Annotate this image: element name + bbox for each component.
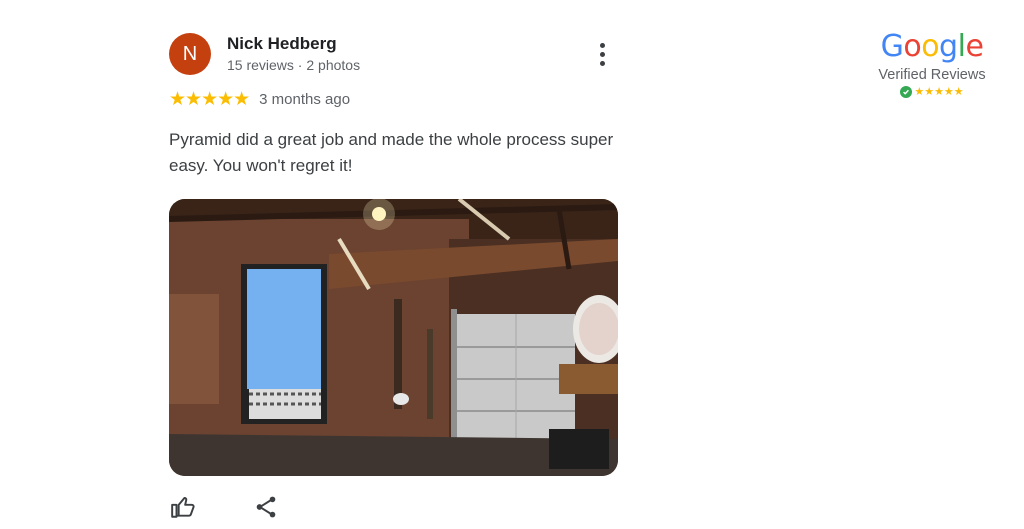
more-options-button[interactable] [590, 40, 614, 68]
google-logo-letter: g [939, 29, 958, 64]
avatar[interactable]: N [169, 33, 211, 75]
google-logo-letter: e [965, 29, 984, 64]
check-circle-icon [900, 86, 913, 98]
avatar-initial: N [182, 42, 198, 65]
share-button[interactable] [252, 493, 280, 521]
more-vert-icon-dot [599, 51, 605, 57]
rating-row: ★★★★★ 3 months ago [169, 89, 350, 109]
badge-stars: ★★★★★ [914, 85, 964, 98]
share-icon [256, 496, 276, 518]
google-verified-badge: Google Verified Reviews ★★★★★ [862, 30, 1002, 98]
badge-rating: ★★★★★ [862, 86, 1002, 98]
reviewer-meta: 15 reviews · 2 photos [227, 57, 361, 73]
google-logo-letter: o [903, 29, 922, 64]
star-rating: ★★★★★ [169, 88, 250, 110]
google-logo-letter: G [880, 29, 904, 64]
google-logo-letter: o [921, 29, 940, 64]
review-text: Pyramid did a great job and made the who… [169, 130, 614, 175]
garage-photo-illustration [169, 199, 618, 476]
more-vert-icon-dot [599, 60, 605, 66]
more-vert-icon [599, 42, 605, 48]
review-date: 3 months ago [259, 90, 351, 108]
like-button[interactable] [169, 493, 197, 521]
review-photo[interactable] [169, 199, 618, 476]
verified-reviews-label: Verified Reviews [878, 67, 986, 83]
reviewer-name[interactable]: Nick Hedberg [227, 34, 337, 54]
thumbs-up-icon [171, 497, 195, 518]
review-card: N Nick Hedberg 15 reviews · 2 photos ★★★… [0, 0, 1024, 529]
google-logo: Google [862, 30, 1002, 64]
